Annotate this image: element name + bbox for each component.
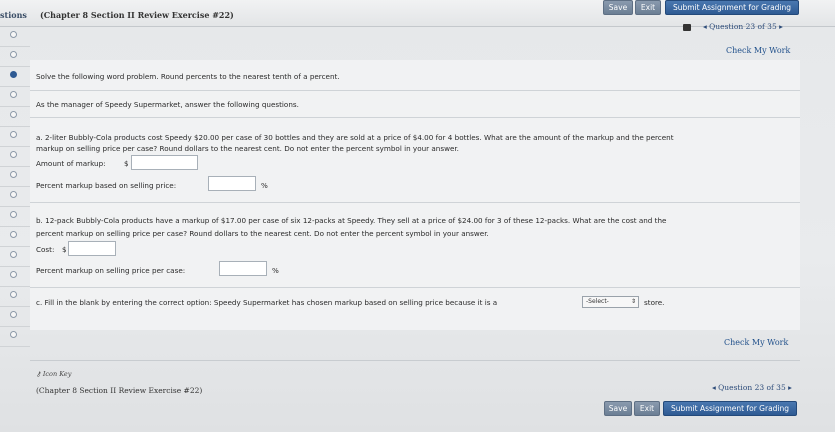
sidebar-item[interactable] (0, 186, 30, 207)
part-a-text-line1: a. 2-liter Bubbly-Cola products cost Spe… (36, 133, 674, 142)
footer-divider (30, 360, 800, 361)
screen: Save Exit Submit Assignment for Grading … (0, 0, 835, 432)
question-status-icon (10, 31, 17, 38)
question-status-icon (10, 251, 17, 258)
sidebar-item[interactable] (0, 26, 30, 47)
amount-of-markup-input[interactable] (131, 155, 198, 170)
footer-exit-button[interactable]: Exit (634, 401, 660, 416)
exit-button[interactable]: Exit (635, 0, 661, 15)
select-arrows-icon: ⇕ (630, 298, 636, 305)
part-c-text: c. Fill in the blank by entering the cor… (36, 298, 498, 307)
cost-label: Cost: (36, 245, 55, 254)
dollar-sign: $ (62, 245, 67, 254)
question-status-icon (10, 151, 17, 158)
question-status-icon (10, 51, 17, 58)
question-status-icon (10, 131, 17, 138)
instruction-text: Solve the following word problem. Round … (36, 72, 340, 81)
question-status-icon (10, 91, 17, 98)
sidebar-item[interactable] (0, 166, 30, 187)
intro-text: As the manager of Speedy Supermarket, an… (36, 100, 299, 109)
part-b-text-line1: b. 12-pack Bubbly-Cola products have a m… (36, 216, 667, 225)
questions-panel-label: stions (0, 10, 27, 20)
question-position: Question 23 of 35 (709, 22, 777, 31)
percent-markup-per-case-label: Percent markup on selling price per case… (36, 266, 186, 275)
next-question-icon[interactable]: ▸ (786, 383, 792, 392)
store-type-select[interactable]: -Select- ⇕ (582, 296, 639, 308)
sidebar-item[interactable] (0, 206, 30, 227)
part-c-suffix: store. (644, 298, 665, 307)
footer-question-nav: ◂ Question 23 of 35 ▸ (712, 383, 792, 392)
sidebar-item[interactable] (0, 86, 30, 107)
save-button[interactable]: Save (603, 0, 633, 15)
divider (30, 202, 800, 203)
question-status-icon (10, 331, 17, 338)
question-status-icon (10, 191, 17, 198)
question-sidebar (0, 26, 30, 356)
question-status-icon (10, 311, 17, 318)
question-status-icon (10, 211, 17, 218)
question-nav: ◂ Question 23 of 35 ▸ (703, 22, 783, 31)
sidebar-item[interactable] (0, 226, 30, 247)
icon-key[interactable]: ⚷ Icon Key (36, 370, 71, 378)
sidebar-item[interactable] (0, 126, 30, 147)
sidebar-item[interactable] (0, 246, 30, 267)
check-my-work-link-top[interactable]: Check My Work (726, 46, 790, 55)
sidebar-item[interactable] (0, 46, 30, 67)
part-a-text-line2: markup on selling price per case? Round … (36, 144, 459, 153)
footer-assignment-title: (Chapter 8 Section II Review Exercise #2… (36, 386, 203, 395)
question-status-icon (10, 291, 17, 298)
sidebar-item[interactable] (0, 286, 30, 307)
current-question-icon (10, 71, 17, 78)
sidebar-item[interactable] (0, 146, 30, 167)
icon-key-label: Icon Key (42, 370, 72, 378)
percent-sign: % (272, 266, 279, 275)
part-b-text-line2: percent markup on selling price per case… (36, 229, 489, 238)
amount-of-markup-label: Amount of markup: (36, 159, 106, 168)
divider (30, 90, 800, 91)
check-my-work-link-bottom[interactable]: Check My Work (724, 338, 788, 347)
divider (30, 117, 800, 118)
sidebar-item[interactable] (0, 326, 30, 347)
percent-markup-selling-input[interactable] (208, 176, 256, 191)
sidebar-item-current[interactable] (0, 66, 30, 87)
sidebar-item[interactable] (0, 306, 30, 327)
question-status-icon (10, 111, 17, 118)
question-status-icon (10, 231, 17, 238)
percent-markup-per-case-input[interactable] (219, 261, 267, 276)
assignment-title: (Chapter 8 Section II Review Exercise #2… (40, 10, 234, 20)
sidebar-item[interactable] (0, 266, 30, 287)
lock-icon (683, 24, 691, 31)
store-type-selected: -Select- (586, 298, 609, 305)
divider (30, 287, 800, 288)
footer-save-button[interactable]: Save (604, 401, 632, 416)
footer-question-position: Question 23 of 35 (718, 383, 786, 392)
submit-assignment-button[interactable]: Submit Assignment for Grading (665, 0, 799, 15)
percent-sign: % (261, 181, 268, 190)
next-question-icon[interactable]: ▸ (777, 22, 783, 31)
question-status-icon (10, 271, 17, 278)
key-icon: ⚷ (36, 370, 43, 378)
footer-submit-assignment-button[interactable]: Submit Assignment for Grading (663, 401, 797, 416)
sidebar-item[interactable] (0, 106, 30, 127)
dollar-sign: $ (124, 159, 129, 168)
percent-markup-selling-label: Percent markup based on selling price: (36, 181, 177, 190)
cost-input[interactable] (68, 241, 116, 256)
question-status-icon (10, 171, 17, 178)
